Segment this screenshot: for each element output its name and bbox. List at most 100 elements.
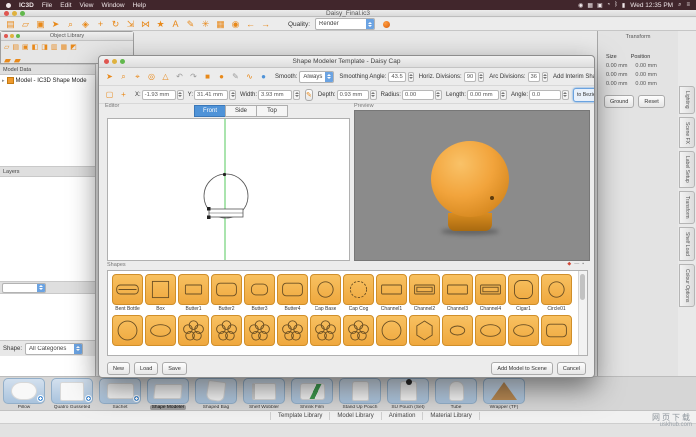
add-badge-icon[interactable] [133, 395, 140, 402]
app-badge-icon[interactable]: ▣ [597, 2, 603, 9]
shape-tile[interactable] [375, 315, 408, 346]
reset-button[interactable]: Reset [638, 95, 664, 108]
shelf-item[interactable]: Shrink Film [290, 378, 334, 410]
shape-tile[interactable]: Cap Cog [342, 274, 375, 312]
shelf-thumbnail[interactable] [195, 378, 237, 404]
position-value[interactable]: 0.00 mm [635, 81, 656, 87]
shape-tile[interactable] [144, 315, 177, 346]
field-input[interactable]: 0.00 [402, 90, 434, 100]
preview-canvas[interactable] [354, 110, 590, 261]
eyedropper-icon[interactable]: ◈ [79, 19, 92, 30]
edit-pencil-button[interactable]: ✎ [305, 89, 313, 101]
bluetooth-icon[interactable]: ᛒ [614, 2, 618, 8]
stepper[interactable] [229, 90, 236, 100]
shape-tile[interactable]: Butter3 [243, 274, 276, 312]
add-badge-icon[interactable] [85, 395, 92, 402]
zoom-out-icon[interactable]: ⌖ [131, 70, 144, 83]
stepper[interactable] [370, 90, 377, 100]
smooth-dropdown[interactable]: Always [299, 71, 334, 83]
shelf-thumbnail[interactable] [99, 378, 141, 404]
mirror-icon[interactable]: ⋈ [139, 19, 152, 30]
smooth-point-icon[interactable]: ● [257, 70, 270, 83]
shape-tile[interactable] [111, 315, 144, 346]
stepper[interactable] [542, 72, 548, 82]
chart-icon[interactable]: ▦ [587, 2, 593, 9]
shelf-thumbnail[interactable] [483, 378, 525, 404]
new-file-icon[interactable]: ▤ [4, 19, 17, 30]
rotate-icon[interactable]: ↻ [109, 19, 122, 30]
apple-icon[interactable] [6, 3, 11, 8]
shape-tile[interactable] [474, 315, 507, 346]
side-tab[interactable]: Scene FX [679, 117, 695, 149]
shape-tile[interactable] [342, 315, 375, 346]
rect-shape-icon[interactable]: ■ [201, 70, 214, 83]
shelf-item[interactable]: SU Pouch (Set) [386, 378, 430, 410]
position-value[interactable]: 0.00 mm [635, 72, 656, 78]
lib-corner-icon[interactable]: ◩ [70, 43, 77, 51]
shelf-thumbnail[interactable] [339, 378, 381, 404]
shelf-thumbnail[interactable] [435, 378, 477, 404]
model-tree-item[interactable]: ▸ Model - IC3D Shape Mode [0, 75, 95, 86]
smoothing-angle-field[interactable]: 43.5 [388, 72, 405, 82]
target-icon[interactable]: ◎ [145, 70, 158, 83]
shape-tile[interactable]: Butter4 [276, 274, 309, 312]
stepper[interactable] [478, 72, 484, 82]
move-icon[interactable]: + [94, 19, 107, 30]
shelf-item[interactable]: Stand Up Pouch [338, 378, 382, 410]
view-tab[interactable]: Front [194, 105, 226, 117]
shape-tile[interactable]: Circle01 [540, 274, 573, 312]
side-tab[interactable]: Lighting [679, 86, 695, 114]
shelf-item[interactable]: Shelf Wobbler [242, 378, 286, 410]
save-button[interactable]: Save [162, 362, 187, 375]
shelf-item[interactable]: Shape Modeler [146, 378, 190, 410]
spotlight-icon[interactable]: ⌕ [678, 2, 681, 9]
field-input[interactable]: 0.93 mm [337, 90, 369, 100]
layers-filter-dropdown[interactable] [2, 283, 46, 293]
field-input[interactable]: 3.93 mm [258, 90, 292, 100]
menu-item[interactable]: View [80, 2, 94, 9]
side-tab[interactable]: Shelf Load [679, 227, 695, 261]
menu-item[interactable]: Window [101, 2, 124, 9]
shape-tile[interactable]: Channel1 [375, 274, 408, 312]
horiz-divisions-field[interactable]: 90 [464, 72, 476, 82]
shelf-thumbnail[interactable] [291, 378, 333, 404]
arc-divisions-field[interactable]: 36 [528, 72, 540, 82]
lib-cube-icon[interactable]: ▱ [4, 43, 9, 51]
shape-tile[interactable] [408, 315, 441, 346]
display-icon[interactable]: ◉ [578, 2, 583, 9]
save-icon[interactable]: ▣ [34, 19, 47, 30]
shape-tile[interactable]: Channel2 [408, 274, 441, 312]
shape-tile[interactable]: Bent Bottle [111, 274, 144, 312]
view-tab[interactable]: Top [256, 105, 288, 117]
shape-tile[interactable]: Cap Base [309, 274, 342, 312]
shelf-thumbnail[interactable] [387, 378, 429, 404]
collapse-icon[interactable]: — [574, 261, 579, 267]
side-tab[interactable]: Label Setup [679, 151, 695, 188]
shelf-item[interactable]: Shaped Bag [194, 378, 238, 410]
polygon-icon[interactable]: △ [159, 70, 172, 83]
shape-tile[interactable]: Butter1 [177, 274, 210, 312]
shape-tile[interactable] [540, 315, 573, 346]
select-tool-icon[interactable]: ➤ [103, 70, 116, 83]
shelf-thumbnail[interactable] [243, 378, 285, 404]
shelf-item[interactable]: Wrapper (TF) [482, 378, 526, 410]
field-input[interactable]: 31.41 mm [194, 90, 228, 100]
shape-tile[interactable]: Cigar1 [507, 274, 540, 312]
move-point-icon[interactable]: + [117, 88, 130, 101]
position-value[interactable]: 0.00 mm [635, 63, 656, 69]
text-icon[interactable]: A [169, 19, 182, 30]
library-tab[interactable]: Template Library [270, 412, 329, 420]
shape-category-dropdown[interactable]: All Categories [25, 343, 83, 355]
menu-item[interactable]: File [42, 2, 52, 9]
view-tab[interactable]: Side [225, 105, 257, 117]
pen-icon[interactable]: ✎ [184, 19, 197, 30]
library-tab[interactable]: Animation [381, 412, 423, 420]
shelf-item[interactable]: Quatro Gusseted [50, 378, 94, 410]
shape-tile[interactable] [309, 315, 342, 346]
redo-icon[interactable]: ↷ [187, 70, 200, 83]
scale-icon[interactable]: ⇲ [124, 19, 137, 30]
new-button[interactable]: New [107, 362, 130, 375]
camera-icon[interactable]: ◉ [229, 19, 242, 30]
clock-text[interactable]: Wed 12:35 PM [630, 2, 673, 9]
shape-tile[interactable] [210, 315, 243, 346]
